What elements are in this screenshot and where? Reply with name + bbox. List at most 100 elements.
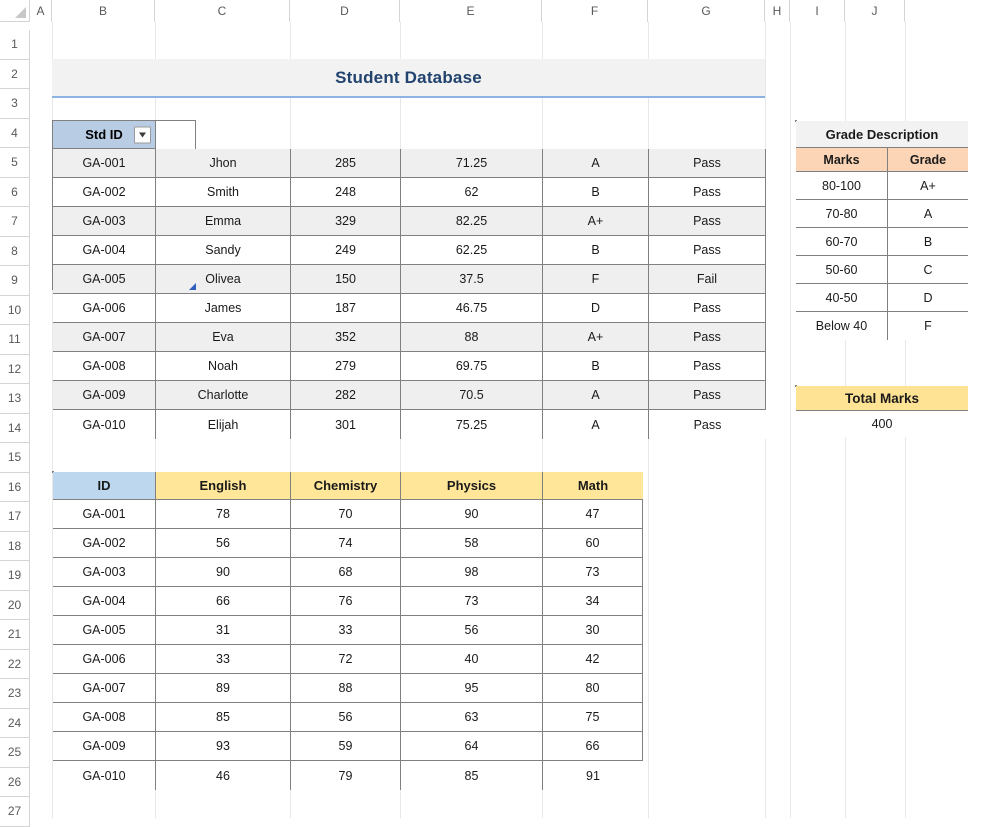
student-cell-std-name: Smith	[156, 178, 291, 207]
student-cell-grade: A+	[543, 207, 649, 236]
row-header-3[interactable]: 3	[0, 89, 30, 119]
row-header-19[interactable]: 19	[0, 561, 30, 591]
table-resize-handle[interactable]	[189, 283, 196, 290]
subject-cell-physics: 40	[401, 645, 543, 674]
student-cell-grade: B	[543, 178, 649, 207]
subject-cell-id: GA-005	[53, 616, 156, 645]
subject-cell-chemistry: 72	[291, 645, 401, 674]
student-cell-percentage: 37.5	[401, 265, 543, 294]
column-header-i[interactable]: I	[790, 0, 845, 22]
select-all-corner[interactable]	[0, 0, 30, 22]
student-cell-grade: F	[543, 265, 649, 294]
subject-cell-english: 46	[156, 761, 291, 790]
student-cell-std-id: GA-005	[53, 265, 156, 294]
subject-cell-english: 31	[156, 616, 291, 645]
row-header-2[interactable]: 2	[0, 59, 30, 89]
subject-cell-chemistry: 56	[291, 703, 401, 732]
student-cell-marks: 150	[291, 265, 401, 294]
subject-cell-math: 42	[543, 645, 643, 674]
total-marks-table: Total Marks 400	[795, 385, 968, 437]
student-cell-marks: 249	[291, 236, 401, 265]
row-header-9[interactable]: 9	[0, 266, 30, 296]
row-header-17[interactable]: 17	[0, 502, 30, 532]
row-header-6[interactable]: 6	[0, 177, 30, 207]
row-header-27[interactable]: 27	[0, 797, 30, 827]
row-header-21[interactable]: 21	[0, 620, 30, 650]
column-header-c[interactable]: C	[155, 0, 290, 22]
column-header-d[interactable]: D	[290, 0, 400, 22]
column-header-a[interactable]: A	[30, 0, 52, 22]
student-cell-std-name: Jhon	[156, 149, 291, 178]
row-header-23[interactable]: 23	[0, 679, 30, 709]
column-header-g[interactable]: G	[648, 0, 765, 22]
column-header-f[interactable]: F	[542, 0, 648, 22]
student-cell-marks: 279	[291, 352, 401, 381]
row-header-15[interactable]: 15	[0, 443, 30, 473]
subject-cell-math: 91	[543, 761, 643, 790]
row-header-11[interactable]: 11	[0, 325, 30, 355]
row-header-22[interactable]: 22	[0, 649, 30, 679]
student-cell-percentage: 69.75	[401, 352, 543, 381]
subject-cell-id: GA-008	[53, 703, 156, 732]
row-header-26[interactable]: 26	[0, 767, 30, 797]
row-header-12[interactable]: 12	[0, 354, 30, 384]
filter-dropdown-button[interactable]	[134, 126, 151, 143]
subject-cell-chemistry: 59	[291, 732, 401, 761]
column-header-j[interactable]: J	[845, 0, 905, 22]
column-header-h[interactable]: H	[765, 0, 790, 22]
row-header-5[interactable]: 5	[0, 148, 30, 178]
grade-desc-cell-marks: 60-70	[796, 228, 888, 256]
row-header-16[interactable]: 16	[0, 472, 30, 502]
subject-cell-physics: 73	[401, 587, 543, 616]
subject-cell-english: 89	[156, 674, 291, 703]
row-header-13[interactable]: 13	[0, 384, 30, 414]
student-cell-grade: B	[543, 236, 649, 265]
student-cell-marks: 301	[291, 410, 401, 439]
student-cell-std-name: James	[156, 294, 291, 323]
subject-cell-chemistry: 70	[291, 500, 401, 529]
subject-cell-id: GA-004	[53, 587, 156, 616]
subject-cell-id: GA-003	[53, 558, 156, 587]
subject-cell-math: 66	[543, 732, 643, 761]
student-cell-grade: A+	[543, 323, 649, 352]
row-header-4[interactable]: 4	[0, 118, 30, 148]
row-header-8[interactable]: 8	[0, 236, 30, 266]
row-header-25[interactable]: 25	[0, 738, 30, 768]
subject-cell-id: GA-009	[53, 732, 156, 761]
student-cell-marks: 248	[291, 178, 401, 207]
subject-cell-english: 93	[156, 732, 291, 761]
row-header-20[interactable]: 20	[0, 590, 30, 620]
student-cell-std-id: GA-004	[53, 236, 156, 265]
subject-cell-english: 66	[156, 587, 291, 616]
student-cell-remark: Pass	[649, 207, 766, 236]
student-cell-remark: Fail	[649, 265, 766, 294]
subject-table-header-english: English	[156, 472, 291, 500]
student-cell-remark: Pass	[649, 178, 766, 207]
student-cell-marks: 285	[291, 149, 401, 178]
row-header-14[interactable]: 14	[0, 413, 30, 443]
subject-cell-physics: 64	[401, 732, 543, 761]
subject-cell-chemistry: 88	[291, 674, 401, 703]
student-cell-percentage: 88	[401, 323, 543, 352]
subject-cell-chemistry: 76	[291, 587, 401, 616]
subject-cell-math: 34	[543, 587, 643, 616]
column-header-e[interactable]: E	[400, 0, 542, 22]
row-header-18[interactable]: 18	[0, 531, 30, 561]
select-all-triangle-icon	[15, 7, 26, 18]
student-cell-percentage: 46.75	[401, 294, 543, 323]
subject-cell-physics: 58	[401, 529, 543, 558]
row-header-24[interactable]: 24	[0, 708, 30, 738]
row-header-10[interactable]: 10	[0, 295, 30, 325]
student-cell-std-id: GA-007	[53, 323, 156, 352]
chevron-down-icon	[139, 132, 146, 137]
student-cell-remark: Pass	[649, 352, 766, 381]
spreadsheet-grid: ABCDEFGHIJ 1 2 3 4 5 6 7 8 9 10 11 12 13 14 15 16 17 18 19…	[0, 0, 1000, 827]
student-cell-grade: A	[543, 381, 649, 410]
student-cell-std-name: Olivea	[156, 265, 291, 294]
row-header-7[interactable]: 7	[0, 207, 30, 237]
column-header-b[interactable]: B	[52, 0, 155, 22]
grade-desc-cell-marks: 80-100	[796, 172, 888, 200]
row-header-1[interactable]: 1	[0, 30, 30, 60]
grade-desc-cell-marks: 40-50	[796, 284, 888, 312]
student-cell-std-id: GA-006	[53, 294, 156, 323]
